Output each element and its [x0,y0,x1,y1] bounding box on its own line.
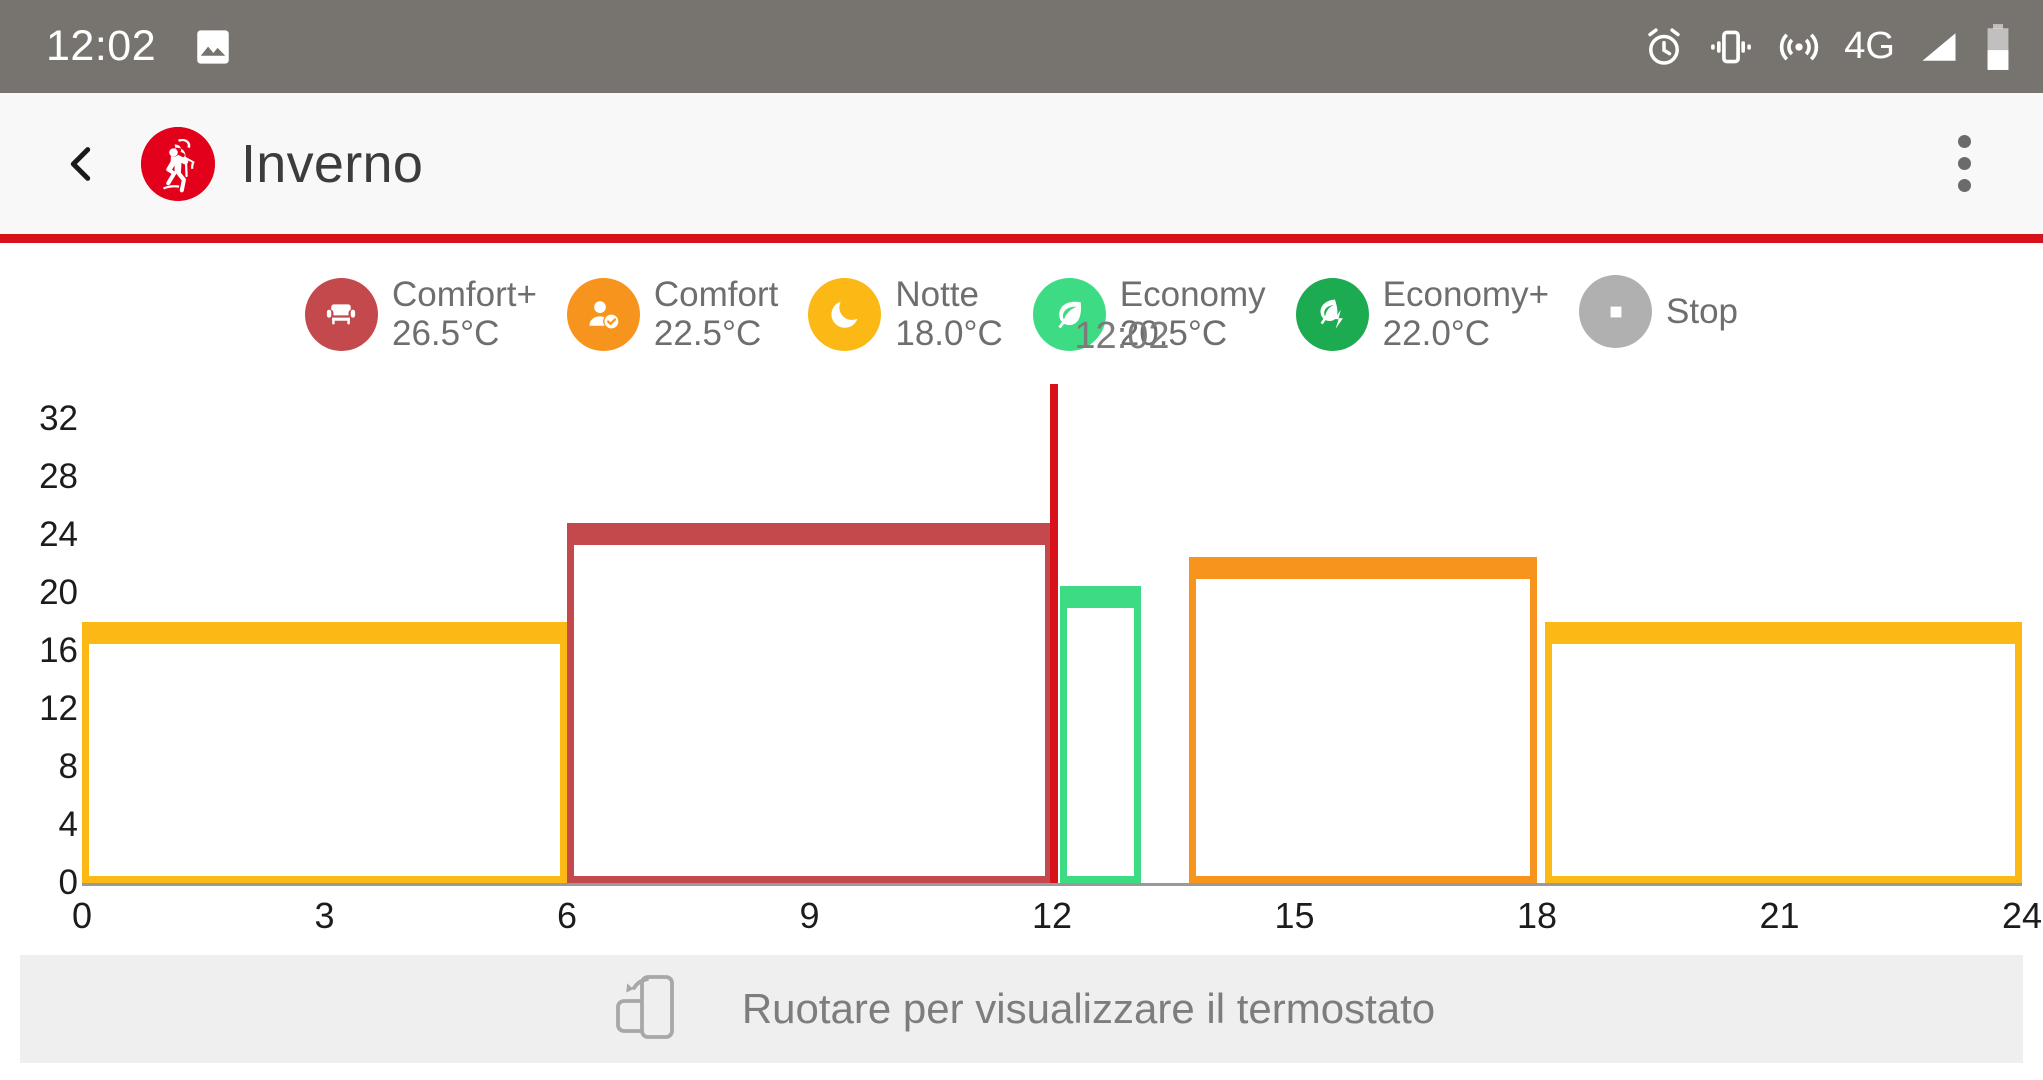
y-axis-tick: 32 [39,399,78,438]
legend-chip-name: Comfort [653,275,779,314]
mode-legend: Comfort+ 26.5°C Comfort 22.5°C Notte 18.0°C Ec… [0,275,2043,375]
schedule-bar-economy[interactable] [1060,585,1141,883]
legend-chip-name: Notte [895,275,980,314]
rotate-hint-bar: Ruotare per visualizzare il termostato [20,955,2023,1063]
legend-chip-comfort-plus[interactable]: Comfort+ 26.5°C [304,275,537,353]
y-axis-tick: 8 [58,747,78,786]
image-icon [192,26,234,68]
vibrate-icon [1708,24,1754,70]
legend-chip-temperature: 22.5°C [653,314,762,354]
x-axis-tick: 21 [1759,895,1800,936]
chevron-left-icon [70,146,91,181]
y-axis-labels: 0 4 8 12 16 20 24 28 32 [0,390,78,902]
overflow-dot [1957,135,1971,148]
legend-chip-text: Comfort+ 26.5°C [392,275,537,353]
x-axis-tick: 12 [1031,895,1073,936]
network-type-label: 4G [1844,25,1895,67]
overflow-dot [1957,179,1971,192]
status-bar-clock: 12:02 [46,22,157,70]
x-axis-tick: 24 [2001,895,2043,936]
overflow-menu-icon[interactable] [1919,109,2009,219]
brand-logo-icon [141,126,215,201]
x-axis-labels: 0 3 6 9 12 15 18 21 24 [0,895,2043,955]
x-axis-tick: 6 [556,895,578,936]
app-bar-accent-divider [0,234,2043,243]
x-axis-tick: 0 [71,895,93,936]
schedule-bar-notte[interactable] [1545,622,2022,883]
alarm-icon [1642,25,1686,69]
stop-square-icon [1579,275,1653,348]
y-axis-tick: 16 [39,631,78,670]
rotate-hint-text: Ruotare per visualizzare il termostato [741,985,1436,1032]
signal-icon [1917,25,1961,69]
moon-icon [808,277,882,351]
legend-chip-temperature: 22.0°C [1382,314,1491,354]
status-bar: 12:02 4G [0,0,2043,93]
schedule-bar-notte[interactable] [82,622,567,883]
legend-chip-name: Stop [1666,291,1739,331]
legend-chip-text: Comfort 22.5°C [654,275,778,353]
current-time-marker [1050,384,1059,884]
hotspot-icon [1776,24,1822,70]
back-button[interactable] [26,109,136,219]
x-axis-tick: 18 [1516,895,1558,936]
legend-chip-comfort[interactable]: Comfort 22.5°C [566,275,778,353]
armchair-icon [304,277,378,351]
y-axis-tick: 24 [39,515,78,554]
x-axis-tick: 3 [314,895,335,936]
person-check-icon [566,277,640,351]
legend-chip-temperature: 18.0°C [895,314,1003,354]
legend-chip-name: Economy [1119,275,1266,314]
chart-plot-area[interactable]: 12:02 [82,315,2043,890]
y-axis-tick: 4 [58,805,78,844]
battery-icon [1983,22,2013,72]
y-axis-tick: 12 [39,689,78,728]
schedule-bar-comfort[interactable] [1189,556,1537,883]
y-axis-tick: 28 [39,457,78,496]
current-time-label: 12:02 [1074,315,1170,357]
legend-chip-economy-plus[interactable]: Economy+ 22.0°C [1295,275,1549,353]
overflow-dot [1957,157,1971,170]
legend-chip-notte[interactable]: Notte 18.0°C [808,275,1003,353]
rotate-device-icon [608,961,704,1057]
legend-chip-stop[interactable]: Stop [1579,275,1738,348]
thermostat-schedule-screen: 12:02 4G Inverno Comfort+ 26.5°C Comfort… [0,0,2043,1080]
schedule-bar-comfort-plus[interactable] [567,523,1052,883]
legend-chip-text: Economy+ 22.0°C [1383,275,1549,353]
legend-chip-temperature: 26.5°C [391,314,500,354]
legend-chip-text: Stop [1666,292,1738,331]
x-axis-line [82,883,2022,886]
x-axis-tick: 15 [1274,895,1315,936]
eco-bolt-icon [1295,277,1369,351]
schedule-chart: 0 4 8 12 16 20 24 28 32 12:02 0 3 6 9 12 15 18 21 24 [0,315,2043,936]
app-bar: Inverno [0,93,2043,234]
legend-chip-name: Comfort+ [391,275,537,314]
legend-chip-text: Notte 18.0°C [895,275,1002,353]
y-axis-tick: 20 [39,573,78,612]
page-title: Inverno [241,133,424,194]
legend-chip-name: Economy+ [1382,275,1550,314]
x-axis-tick: 9 [799,895,820,936]
